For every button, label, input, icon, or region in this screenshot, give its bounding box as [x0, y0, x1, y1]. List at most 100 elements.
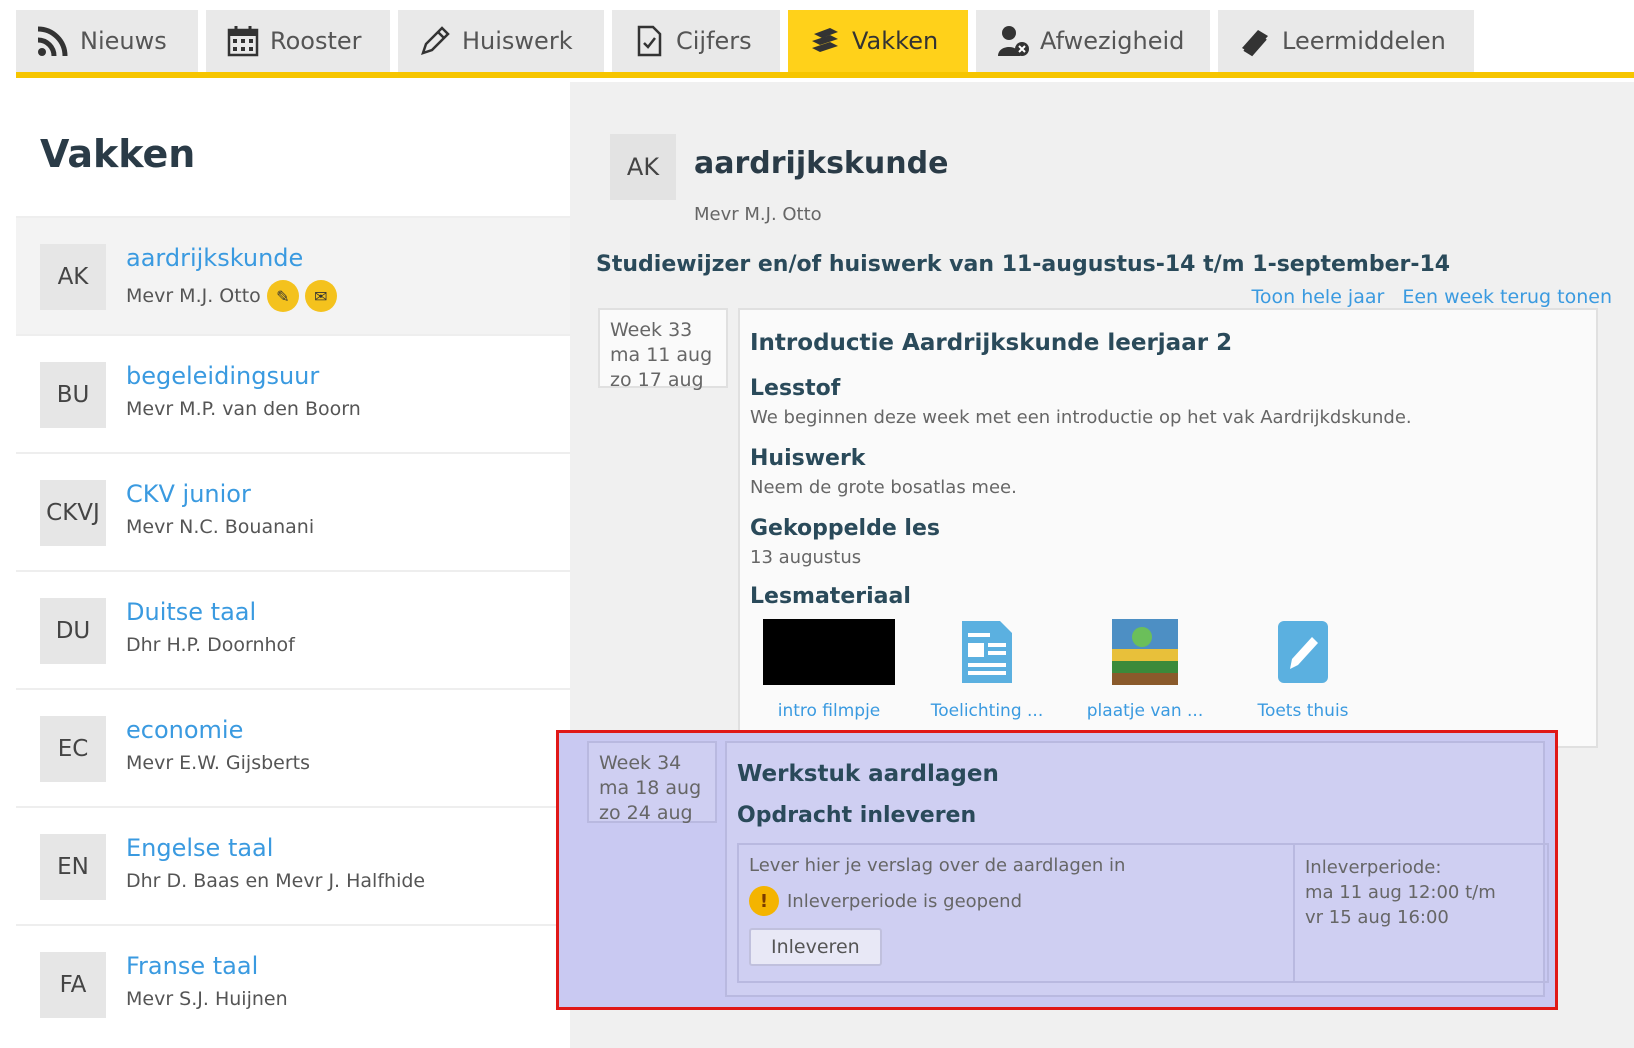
rss-icon — [36, 24, 70, 58]
subject-name[interactable]: aardrijkskunde — [126, 244, 303, 272]
material-label: Toelichting ... — [930, 701, 1044, 721]
week-33-dates: Week 33 ma 11 aug zo 17 aug — [598, 308, 728, 391]
subject-list: AK aardrijkskunde Mevr M.J. Otto ✎ ✉ BU … — [16, 216, 570, 1042]
subject-abbr: CKVJ — [40, 480, 106, 546]
week-34-dates: Week 34 ma 18 aug zo 24 aug — [587, 741, 717, 824]
tab-label: Cijfers — [676, 27, 752, 55]
week-start: ma 11 aug — [610, 344, 713, 366]
tab-label: Leermiddelen — [1282, 27, 1446, 55]
show-week-back-link[interactable]: Een week terug tonen — [1402, 286, 1612, 308]
teacher-name: Mevr M.J. Otto — [126, 285, 261, 307]
subject-abbr: DU — [40, 598, 106, 664]
huiswerk-text: Neem de grote bosatlas mee. — [750, 477, 1017, 498]
gekoppelde-les-heading: Gekoppelde les — [750, 516, 940, 541]
books-icon — [808, 24, 842, 58]
subject-item-begeleidingsuur[interactable]: BU begeleidingsuur Mevr M.P. van den Boo… — [16, 334, 570, 452]
assignment-badge-icon[interactable]: ✉ — [304, 280, 337, 312]
subject-abbr: BU — [40, 362, 106, 428]
tab-rooster[interactable]: Rooster — [206, 10, 390, 72]
huiswerk-heading: Huiswerk — [750, 446, 866, 471]
week-33-content: Introductie Aardrijkskunde leerjaar 2 Le… — [738, 308, 1598, 748]
subject-item-aardrijkskunde[interactable]: AK aardrijkskunde Mevr M.J. Otto ✎ ✉ — [16, 216, 570, 334]
user-absent-icon — [996, 24, 1030, 58]
lesstof-heading: Lesstof — [750, 376, 841, 401]
subject-teacher: Dhr H.P. Doornhof — [126, 634, 295, 656]
week-start: ma 18 aug — [599, 777, 702, 799]
detail-abbr: AK — [610, 134, 676, 200]
subject-name[interactable]: economie — [126, 716, 243, 744]
subject-abbr: EC — [40, 716, 106, 782]
subject-teacher: Mevr N.C. Bouanani — [126, 516, 315, 538]
subject-teacher: Mevr M.P. van den Boorn — [126, 398, 361, 420]
calendar-icon — [226, 24, 260, 58]
material-video[interactable]: intro filmpje — [750, 617, 908, 721]
subject-name[interactable]: begeleidingsuur — [126, 362, 319, 390]
subjects-panel: Vakken AK aardrijkskunde Mevr M.J. Otto … — [16, 82, 570, 1048]
studiewijzer-heading: Studiewijzer en/of huiswerk van 11-augus… — [596, 252, 1451, 277]
subject-item-economie[interactable]: EC economie Mevr E.W. Gijsberts — [16, 688, 570, 806]
week-34-content: Werkstuk aardlagen Opdracht inleveren Le… — [725, 741, 1549, 997]
material-label: intro filmpje — [777, 701, 881, 721]
subject-name[interactable]: Duitse taal — [126, 598, 256, 626]
subject-name[interactable]: Engelse taal — [126, 834, 273, 862]
subject-name[interactable]: CKV junior — [126, 480, 251, 508]
subject-name[interactable]: Franse taal — [126, 952, 258, 980]
material-label: Toets thuis — [1257, 701, 1349, 721]
document-icon — [908, 617, 1066, 687]
period-start: ma 11 aug 12:00 t/m — [1305, 882, 1496, 903]
tab-label: Vakken — [852, 27, 939, 55]
material-document[interactable]: Toelichting ... — [908, 617, 1066, 721]
tab-label: Nieuws — [80, 27, 167, 55]
page-title: Vakken — [40, 132, 196, 176]
subject-teacher: Mevr S.J. Huijnen — [126, 988, 288, 1010]
tab-huiswerk[interactable]: Huiswerk — [398, 10, 604, 72]
week-34-highlight: Week 34 ma 18 aug zo 24 aug Werkstuk aar… — [556, 730, 1558, 1010]
gekoppelde-les-text: 13 augustus — [750, 547, 862, 568]
detail-teacher: Mevr M.J. Otto — [694, 204, 822, 225]
status-text: Inleverperiode is geopend — [787, 890, 1023, 912]
tab-vakken[interactable]: Vakken — [788, 10, 968, 72]
subject-item-ckv-junior[interactable]: CKVJ CKV junior Mevr N.C. Bouanani — [16, 452, 570, 570]
tab-cijfers[interactable]: Cijfers — [612, 10, 780, 72]
subject-item-franse-taal[interactable]: FA Franse taal Mevr S.J. Huijnen — [16, 924, 570, 1042]
week-end: zo 24 aug — [599, 802, 693, 824]
week-end: zo 17 aug — [610, 369, 704, 391]
period-end: vr 15 aug 16:00 — [1305, 907, 1449, 928]
image-thumbnail — [1066, 617, 1224, 687]
document-check-icon — [632, 24, 666, 58]
subject-teacher: Mevr M.J. Otto ✎ ✉ — [126, 280, 337, 312]
assignment-status: ! Inleverperiode is geopend — [749, 886, 1283, 916]
subject-abbr: FA — [40, 952, 106, 1018]
week-label: Week 34 — [599, 752, 682, 774]
lesmateriaal-heading: Lesmateriaal — [750, 584, 911, 609]
assignment-period-cell: Inleverperiode: ma 11 aug 12:00 t/m vr 1… — [1295, 845, 1547, 981]
week-title: Werkstuk aardlagen — [737, 761, 999, 787]
pencil-icon — [418, 24, 452, 58]
tab-leermiddelen[interactable]: Leermiddelen — [1218, 10, 1474, 72]
subject-item-engelse-taal[interactable]: EN Engelse taal Dhr D. Baas en Mevr J. H… — [16, 806, 570, 924]
pencil-badge-icon[interactable]: ✎ — [266, 280, 299, 312]
subject-teacher: Mevr E.W. Gijsberts — [126, 752, 310, 774]
warning-icon: ! — [749, 886, 779, 916]
week-label: Week 33 — [610, 319, 693, 341]
video-thumbnail — [750, 617, 908, 687]
assignment-heading: Opdracht inleveren — [737, 803, 977, 828]
lesstof-text: We beginnen deze week met een introducti… — [750, 407, 1412, 428]
material-image[interactable]: plaatje van ... — [1066, 617, 1224, 721]
show-full-year-link[interactable]: Toon hele jaar — [1251, 286, 1384, 308]
main-tabbar: Nieuws Rooster Huiswerk Cijfers Vakken A… — [16, 8, 1634, 78]
tab-nieuws[interactable]: Nieuws — [16, 10, 198, 72]
materials-list: intro filmpje Toelichting ... plaatje va… — [750, 617, 1586, 721]
period-label: Inleverperiode: — [1305, 857, 1442, 878]
week-title: Introductie Aardrijkskunde leerjaar 2 — [750, 330, 1233, 356]
tab-label: Afwezigheid — [1040, 27, 1185, 55]
tab-afwezigheid[interactable]: Afwezigheid — [976, 10, 1210, 72]
submit-button[interactable]: Inleveren — [749, 928, 882, 966]
detail-title: aardrijkskunde — [694, 146, 949, 181]
material-test[interactable]: Toets thuis — [1224, 617, 1382, 721]
subject-abbr: AK — [40, 244, 106, 310]
subject-item-duitse-taal[interactable]: DU Duitse taal Dhr H.P. Doornhof — [16, 570, 570, 688]
edit-test-icon — [1224, 617, 1382, 687]
assignment-text: Lever hier je verslag over de aardlagen … — [749, 855, 1126, 876]
material-label: plaatje van ... — [1086, 701, 1204, 721]
